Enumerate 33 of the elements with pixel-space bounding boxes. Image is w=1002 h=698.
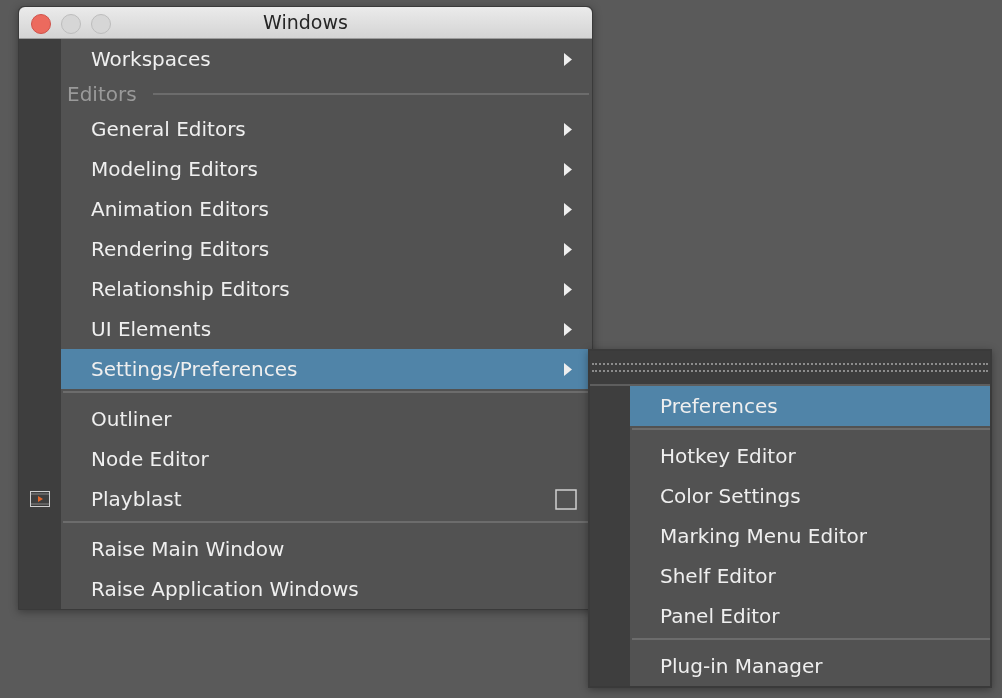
tear-off-bar[interactable] <box>590 351 990 386</box>
close-button[interactable] <box>31 14 51 34</box>
menu-item[interactable]: Outliner <box>61 399 589 439</box>
caret-icon <box>564 322 572 336</box>
menu-item[interactable]: UI Elements <box>61 309 589 349</box>
caret-icon <box>564 162 572 176</box>
caret-icon <box>564 202 572 216</box>
menu-item[interactable]: Color Settings <box>630 476 990 516</box>
caret-icon <box>564 282 572 296</box>
menu-item[interactable]: Rendering Editors <box>61 229 589 269</box>
menu-item[interactable]: Relationship Editors <box>61 269 589 309</box>
menu-item[interactable]: Playblast <box>61 479 589 519</box>
menu-item[interactable]: Settings/Preferences <box>61 349 589 389</box>
menu-item[interactable]: General Editors <box>61 109 589 149</box>
menu-item[interactable]: Shelf Editor <box>630 556 990 596</box>
caret-icon <box>564 362 572 376</box>
section-header: Editors <box>67 81 137 108</box>
menu-item[interactable]: Raise Main Window <box>61 529 589 569</box>
menu-item[interactable]: Workspaces <box>61 39 589 79</box>
menu-item[interactable]: Raise Application Windows <box>61 569 589 609</box>
caret-icon <box>564 242 572 256</box>
menu-item[interactable]: Node Editor <box>61 439 589 479</box>
menu-item[interactable]: Marking Menu Editor <box>630 516 990 556</box>
menu-item[interactable]: Panel Editor <box>630 596 990 636</box>
window-title: Windows <box>263 10 348 36</box>
caret-icon <box>564 52 572 66</box>
menu-item[interactable]: Hotkey Editor <box>630 436 990 476</box>
menu-item[interactable]: Preferences <box>630 386 990 426</box>
caret-icon <box>564 122 572 136</box>
option-box-icon[interactable] <box>555 488 577 510</box>
menu-item[interactable]: Plug-in Manager <box>630 646 990 686</box>
menu-item[interactable]: Modeling Editors <box>61 149 589 189</box>
menu-item[interactable]: Animation Editors <box>61 189 589 229</box>
